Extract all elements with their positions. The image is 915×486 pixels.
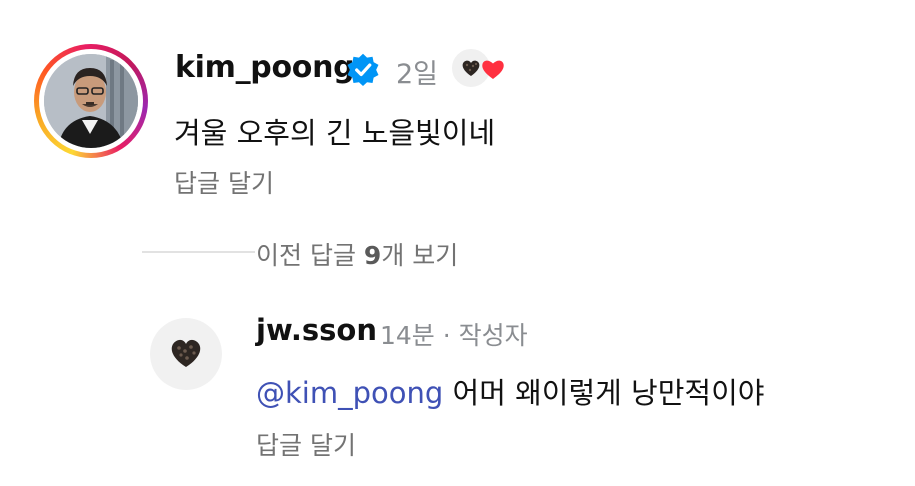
mention-link[interactable]: @kim_poong <box>256 376 443 410</box>
author-avatar-story-ring[interactable] <box>34 44 148 158</box>
view-previous-replies-button[interactable]: 이전 답글 9개 보기 <box>256 236 458 272</box>
replies-divider <box>142 251 255 253</box>
comment-text: 겨울 오후의 긴 노을빛이네 <box>174 116 496 150</box>
author-avatar <box>44 54 138 148</box>
comment-username[interactable]: kim_poong <box>175 50 355 85</box>
reply-text: @kim_poong 어머 왜이렇게 낭만적이야 <box>256 370 764 412</box>
reply-button[interactable]: 답글 달기 <box>174 164 274 200</box>
reply-meta: 14분 · 작성자 <box>380 321 528 350</box>
reply-username[interactable]: jw.sson <box>256 313 377 347</box>
reply-body: 어머 왜이렇게 낭만적이야 <box>443 376 765 410</box>
view-replies-count: 9 <box>363 241 382 270</box>
liked-by-author-indicator <box>450 47 510 89</box>
view-replies-suffix: 개 보기 <box>381 241 459 270</box>
comment-timestamp: 2일 <box>396 59 439 90</box>
reply-button[interactable]: 답글 달기 <box>256 426 356 462</box>
avatar-ring-gap <box>39 49 143 153</box>
reply-author-avatar[interactable] <box>150 318 222 390</box>
verified-badge-icon <box>347 53 379 87</box>
view-replies-prefix: 이전 답글 <box>256 241 364 270</box>
person-photo-icon <box>44 54 138 148</box>
heart-pattern-avatar-icon <box>171 339 201 367</box>
heart-icon <box>482 60 504 79</box>
